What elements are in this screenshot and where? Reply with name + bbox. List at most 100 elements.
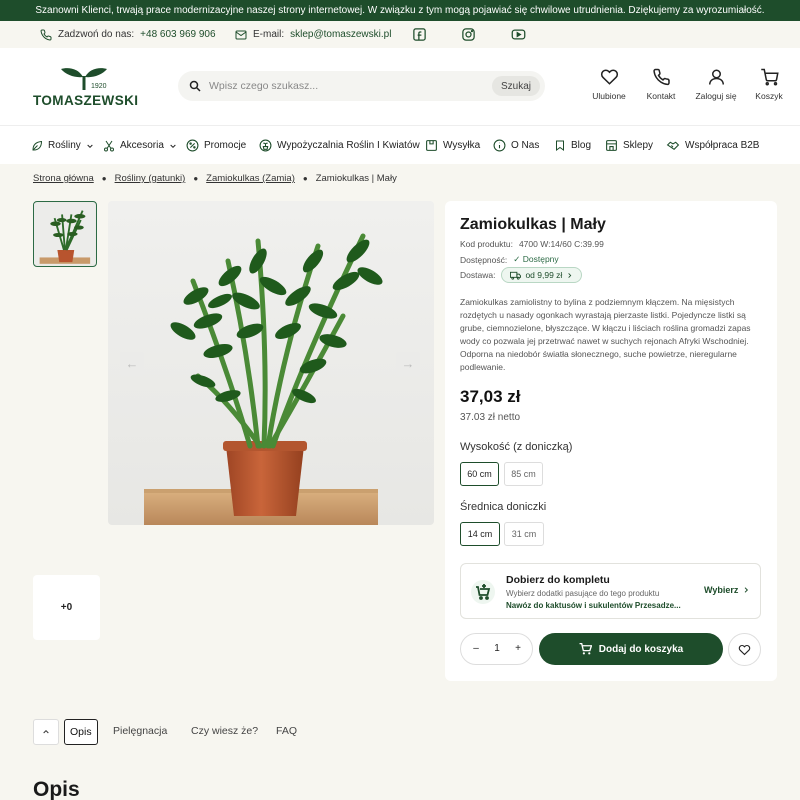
quantity-stepper: – 1 + [460, 633, 533, 665]
nav-label: Rośliny [48, 140, 81, 151]
product-title: Zamiokulkas | Mały [460, 216, 606, 233]
availability-value: Dostępny [522, 254, 559, 264]
nav-label: Blog [571, 140, 592, 151]
email-contact[interactable]: E-mail: sklep@tomaszewski.pl [235, 21, 391, 48]
phone-label: Zadzwoń do nas: [58, 29, 135, 40]
cart-plus-icon [471, 580, 495, 604]
favorites-link[interactable]: Ulubione [584, 68, 634, 108]
instagram-icon[interactable] [461, 27, 476, 42]
gallery-prev-button[interactable]: ← [120, 352, 144, 376]
nav-item-wysylka[interactable]: Wysyłka [425, 126, 480, 165]
chevron-up-icon [43, 729, 49, 734]
youtube-icon[interactable] [511, 27, 526, 42]
breadcrumb-current: Zamiokulkas | Mały [315, 173, 397, 184]
heart-icon [600, 69, 618, 85]
product-description: Zamiokulkas zamiolistny to bylina z podz… [460, 297, 751, 372]
chevron-down-icon [170, 144, 176, 148]
delivery-badge[interactable]: od 9,99 zł [501, 267, 583, 283]
contact-label: Kontakt [646, 91, 676, 101]
login-link[interactable]: Zaloguj się [691, 68, 741, 108]
diameter-option-14[interactable]: 14 cm [460, 522, 500, 546]
user-icon [708, 69, 724, 85]
tab-pielegnacja[interactable]: Pielęgnacja [109, 719, 171, 745]
chevron-right-icon [744, 587, 749, 593]
main-product-image[interactable]: ← → [108, 201, 434, 525]
kit-choose-label: Wybierz [704, 585, 739, 595]
tab-opis[interactable]: Opis [64, 719, 98, 745]
check-icon: ✓ [513, 254, 521, 264]
search-input[interactable] [209, 71, 479, 101]
phone-icon [40, 28, 52, 40]
contact-link[interactable]: Kontakt [636, 68, 686, 108]
add-to-cart-button[interactable]: Dodaj do koszyka [539, 633, 723, 665]
leaf-icon [32, 140, 43, 150]
main-nav: Rośliny Akcesoria Promocje Wypożyczalnia… [0, 125, 800, 164]
nav-item-rosliny[interactable]: Rośliny [31, 126, 94, 165]
cart-label: Koszyk [755, 91, 783, 101]
delivery-label: Dostawa: [460, 270, 496, 280]
chevron-down-icon [87, 144, 93, 148]
tab-faq[interactable]: FAQ [272, 719, 301, 745]
quantity-minus-button[interactable]: – [467, 634, 485, 664]
cart-icon [760, 68, 779, 86]
nav-label: Współpraca B2B [685, 140, 760, 151]
box-icon [426, 140, 437, 151]
email-address[interactable]: sklep@tomaszewski.pl [290, 29, 391, 40]
plant-thumbnail-image [34, 203, 95, 264]
nav-label: Akcesoria [120, 140, 164, 151]
delivery-row: Dostawa: od 9,99 zł [460, 267, 583, 283]
nav-item-o-nas[interactable]: O Nas [493, 126, 539, 165]
logo[interactable]: 1920 TOMASZEWSKI [33, 66, 138, 108]
nav-item-sklepy[interactable]: Sklepy [605, 126, 653, 165]
truck-icon [510, 271, 522, 280]
quantity-plus-button[interactable]: + [509, 634, 527, 664]
kit-suggestions[interactable]: Nawóz do kaktusów i sukulentów Przesadze… [506, 601, 706, 610]
phone-number[interactable]: +48 603 969 906 [140, 29, 215, 40]
nav-label: Sklepy [623, 140, 654, 151]
handshake-icon [666, 141, 680, 150]
search-button[interactable]: Szukaj [492, 76, 540, 96]
nav-item-blog[interactable]: Blog [554, 126, 591, 165]
gallery-thumbnail[interactable] [33, 201, 97, 267]
nav-item-wypozyczalnia[interactable]: Wypożyczalnia Roślin I Kwiatów [259, 126, 420, 165]
quantity-value[interactable]: 1 [488, 634, 506, 664]
logo-text: TOMASZEWSKI [33, 93, 139, 108]
email-label: E-mail: [253, 29, 285, 40]
favorites-label: Ulubione [592, 91, 626, 101]
breadcrumb-link-zamia[interactable]: Zamiokulkas (Zamia) [206, 173, 295, 184]
gallery-next-button[interactable]: → [396, 352, 420, 376]
store-icon [606, 140, 617, 151]
plant-pot-icon [259, 139, 272, 152]
scroll-up-button[interactable] [33, 719, 59, 745]
more-images-button[interactable]: +0 [33, 575, 100, 640]
diameter-option-31[interactable]: 31 cm [504, 522, 544, 546]
tab-czy-wiesz[interactable]: Czy wiesz że? [187, 719, 262, 745]
facebook-icon[interactable] [412, 27, 427, 42]
product-code-row: Kod produktu: 4700 W:14/60 C:39.99 [460, 239, 604, 249]
phone-contact[interactable]: Zadzwoń do nas: +48 603 969 906 [40, 21, 216, 48]
nav-label: Wypożyczalnia Roślin I Kwiatów [277, 140, 420, 151]
nav-item-b2b[interactable]: Współpraca B2B [666, 126, 759, 165]
search-bar: Szukaj [178, 71, 545, 101]
breadcrumb-link-home[interactable]: Strona główna [33, 173, 94, 184]
site-header: 1920 TOMASZEWSKI Szukaj Ulubione Kontakt… [0, 48, 800, 125]
height-option-60[interactable]: 60 cm [460, 462, 499, 486]
kit-choose-button[interactable]: Wybierz [704, 585, 750, 595]
breadcrumb-link-plants[interactable]: Rośliny (gatunki) [115, 173, 186, 184]
availability-row: Dostępność: ✓ Dostępny [460, 254, 559, 265]
cart-link[interactable]: Koszyk [744, 68, 794, 108]
height-option-85[interactable]: 85 cm [504, 462, 543, 486]
add-to-cart-label: Dodaj do koszyka [598, 643, 684, 655]
product-card: Zamiokulkas | Mały Kod produktu: 4700 W:… [445, 201, 777, 681]
scissors-icon [104, 140, 114, 151]
kit-recommendation[interactable]: Dobierz do kompletu Wybierz dodatki pasu… [460, 563, 761, 619]
availability-label: Dostępność: [460, 254, 508, 265]
nav-item-promocje[interactable]: Promocje [186, 126, 246, 165]
nav-item-akcesoria[interactable]: Akcesoria [103, 126, 177, 165]
product-code-label: Kod produktu: [460, 239, 513, 249]
phone-icon [652, 68, 670, 86]
wishlist-button[interactable] [728, 633, 761, 666]
height-label: Wysokość (z doniczką) [460, 441, 573, 453]
logo-year: 1920 [91, 83, 107, 90]
diameter-label: Średnica doniczki [460, 501, 547, 513]
